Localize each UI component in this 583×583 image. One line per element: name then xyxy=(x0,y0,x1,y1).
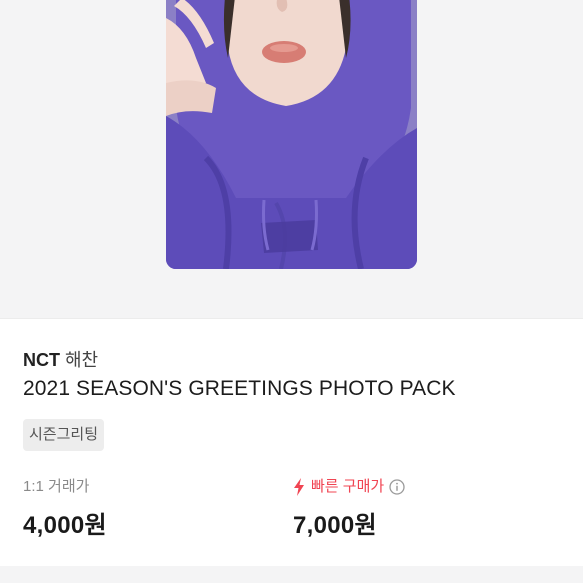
fast-price-block: 빠른 구매가 7,000원 xyxy=(293,477,405,540)
trade-price-block: 1:1 거래가 4,000원 xyxy=(23,477,107,540)
section-divider xyxy=(0,318,583,319)
category-tag[interactable]: 시즌그리팅 xyxy=(23,419,105,451)
lightning-bolt-icon xyxy=(294,478,304,496)
product-detail-page: NCT 해찬 2021 SEASON'S GREETINGS PHOTO PACK… xyxy=(0,0,583,583)
info-circle-icon[interactable] xyxy=(389,479,405,495)
fast-price-value: 7,000원 xyxy=(293,512,377,539)
product-title: 2021 SEASON'S GREETINGS PHOTO PACK xyxy=(23,377,456,400)
artist-group[interactable]: NCT xyxy=(23,350,60,370)
product-image-area xyxy=(0,0,583,318)
bottom-section-separator xyxy=(0,566,583,583)
artist-member[interactable]: 해찬 xyxy=(65,350,98,370)
product-photo[interactable] xyxy=(166,0,417,269)
fast-price-label: 빠른 구매가 xyxy=(311,478,385,495)
photocard-illustration xyxy=(166,0,417,269)
trade-price-value: 4,000원 xyxy=(23,512,107,539)
artist-line: NCT 해찬 xyxy=(23,346,98,372)
fast-price-label-row: 빠른 구매가 xyxy=(293,477,405,497)
trade-price-label: 1:1 거래가 xyxy=(23,478,90,495)
